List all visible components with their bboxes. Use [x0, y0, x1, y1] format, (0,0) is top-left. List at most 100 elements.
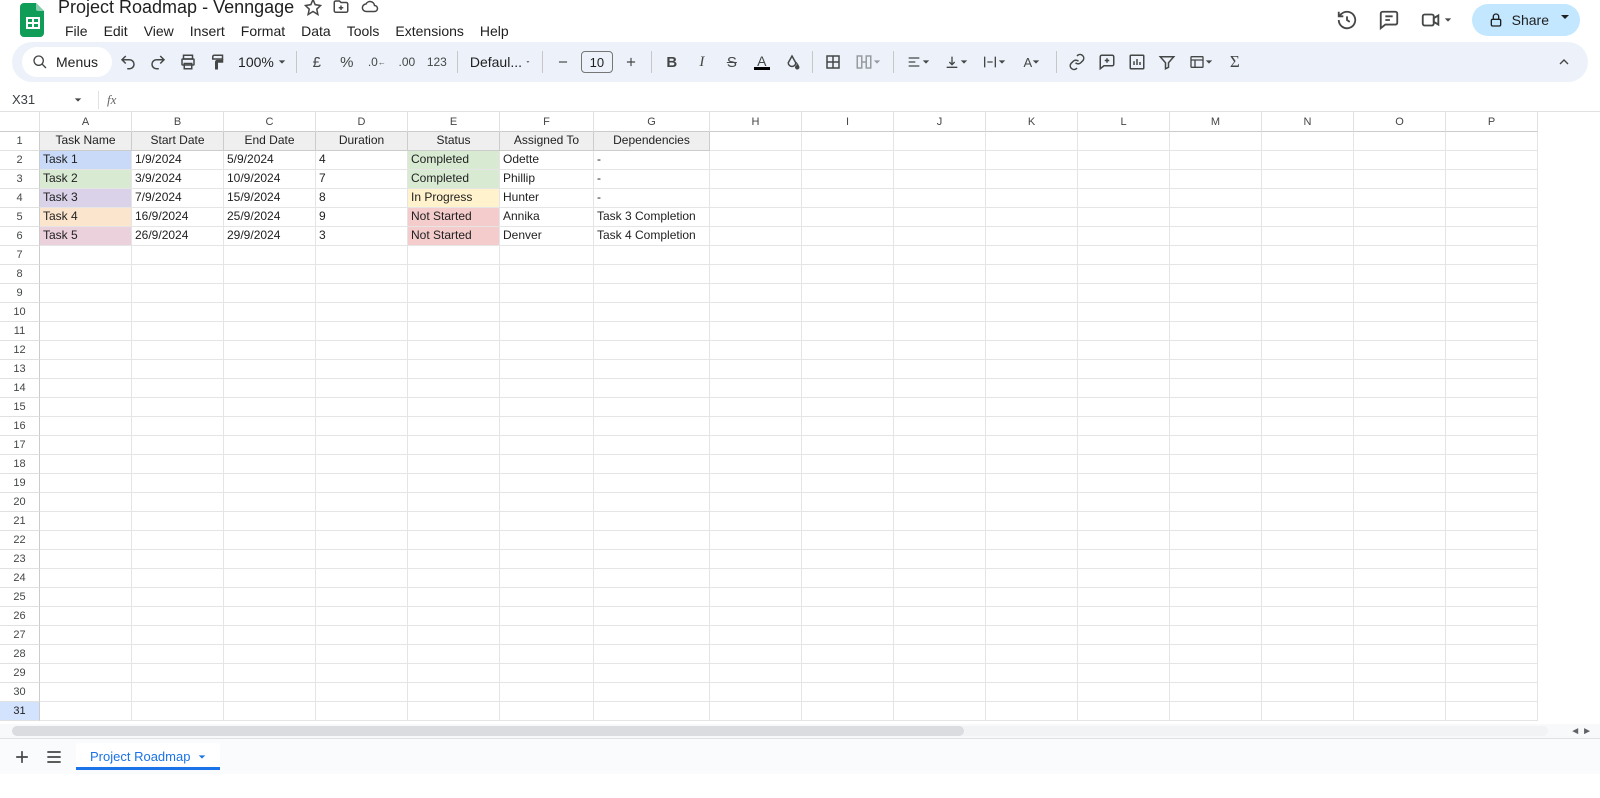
cell[interactable]: [986, 664, 1078, 683]
cell[interactable]: 5/9/2024: [224, 151, 316, 170]
cell[interactable]: [1262, 436, 1354, 455]
cell[interactable]: [1170, 664, 1262, 683]
cell[interactable]: [1078, 132, 1170, 151]
cell[interactable]: [802, 303, 894, 322]
cell[interactable]: [1446, 702, 1538, 721]
cell[interactable]: [500, 265, 594, 284]
print-button[interactable]: [174, 48, 202, 76]
cell[interactable]: [224, 645, 316, 664]
cell[interactable]: [1354, 645, 1446, 664]
cell[interactable]: [224, 569, 316, 588]
row-header[interactable]: 10: [0, 303, 40, 322]
row-header[interactable]: 6: [0, 227, 40, 246]
cell[interactable]: [1078, 436, 1170, 455]
row-header[interactable]: 22: [0, 531, 40, 550]
fill-color-button[interactable]: [778, 48, 806, 76]
cell[interactable]: [1078, 474, 1170, 493]
cell[interactable]: [1170, 246, 1262, 265]
cell[interactable]: 29/9/2024: [224, 227, 316, 246]
cell[interactable]: [1262, 265, 1354, 284]
cell[interactable]: [802, 379, 894, 398]
cell[interactable]: [802, 607, 894, 626]
row-header[interactable]: 12: [0, 341, 40, 360]
cell[interactable]: [802, 588, 894, 607]
cell[interactable]: [224, 626, 316, 645]
cell[interactable]: [1446, 398, 1538, 417]
cell[interactable]: [224, 417, 316, 436]
cell[interactable]: [224, 550, 316, 569]
cell[interactable]: Task 3: [40, 189, 132, 208]
cell[interactable]: [710, 246, 802, 265]
cell[interactable]: [802, 645, 894, 664]
cell[interactable]: Start Date: [132, 132, 224, 151]
cell[interactable]: [500, 246, 594, 265]
cell[interactable]: [1446, 531, 1538, 550]
cell[interactable]: [132, 588, 224, 607]
cell[interactable]: [1446, 455, 1538, 474]
cell[interactable]: [224, 360, 316, 379]
cell[interactable]: [710, 702, 802, 721]
add-sheet-button[interactable]: [12, 747, 32, 767]
cell[interactable]: [224, 265, 316, 284]
row-header[interactable]: 26: [0, 607, 40, 626]
cell[interactable]: [894, 455, 986, 474]
cell[interactable]: [1078, 227, 1170, 246]
cell[interactable]: [1170, 588, 1262, 607]
cell[interactable]: [500, 702, 594, 721]
cell[interactable]: [1446, 208, 1538, 227]
cell[interactable]: [1170, 265, 1262, 284]
cell[interactable]: [40, 417, 132, 436]
cell[interactable]: [894, 436, 986, 455]
functions-button[interactable]: Σ: [1221, 48, 1249, 76]
menu-format[interactable]: Format: [234, 21, 292, 41]
cell[interactable]: [1354, 702, 1446, 721]
spreadsheet-grid[interactable]: ABCDEFGHIJKLMNOP1Task NameStart DateEnd …: [0, 112, 1600, 724]
cell[interactable]: [1078, 322, 1170, 341]
cell[interactable]: [224, 341, 316, 360]
column-header[interactable]: F: [500, 112, 594, 132]
cell[interactable]: [40, 474, 132, 493]
zoom-select[interactable]: 100%: [234, 54, 290, 70]
cell[interactable]: 25/9/2024: [224, 208, 316, 227]
cell[interactable]: Completed: [408, 151, 500, 170]
cell[interactable]: [1446, 645, 1538, 664]
cell[interactable]: [408, 436, 500, 455]
filter-button[interactable]: [1153, 48, 1181, 76]
cell[interactable]: 15/9/2024: [224, 189, 316, 208]
cell[interactable]: [1446, 493, 1538, 512]
cell[interactable]: [132, 626, 224, 645]
cell[interactable]: [132, 284, 224, 303]
cell[interactable]: [1078, 645, 1170, 664]
cell[interactable]: Odette: [500, 151, 594, 170]
cell[interactable]: [500, 531, 594, 550]
redo-button[interactable]: [144, 48, 172, 76]
cell[interactable]: [500, 683, 594, 702]
cell[interactable]: [40, 398, 132, 417]
cell[interactable]: [986, 151, 1078, 170]
cell[interactable]: [802, 151, 894, 170]
cell[interactable]: [408, 702, 500, 721]
cell[interactable]: [594, 531, 710, 550]
cell[interactable]: [1170, 512, 1262, 531]
cell[interactable]: [1078, 664, 1170, 683]
cell[interactable]: [1446, 170, 1538, 189]
cell[interactable]: [710, 531, 802, 550]
cell[interactable]: [132, 417, 224, 436]
cell[interactable]: [1354, 322, 1446, 341]
cell[interactable]: [1262, 493, 1354, 512]
cell[interactable]: [408, 303, 500, 322]
cell[interactable]: [408, 265, 500, 284]
cell[interactable]: Hunter: [500, 189, 594, 208]
cell[interactable]: [408, 455, 500, 474]
cell[interactable]: [1446, 607, 1538, 626]
cell[interactable]: [132, 303, 224, 322]
cell[interactable]: [1354, 303, 1446, 322]
cell[interactable]: [316, 512, 408, 531]
cell[interactable]: [1170, 569, 1262, 588]
cell[interactable]: [1262, 398, 1354, 417]
cell[interactable]: [594, 664, 710, 683]
cell[interactable]: [1170, 360, 1262, 379]
cell[interactable]: [1170, 531, 1262, 550]
cell[interactable]: [986, 626, 1078, 645]
cell[interactable]: [1078, 208, 1170, 227]
